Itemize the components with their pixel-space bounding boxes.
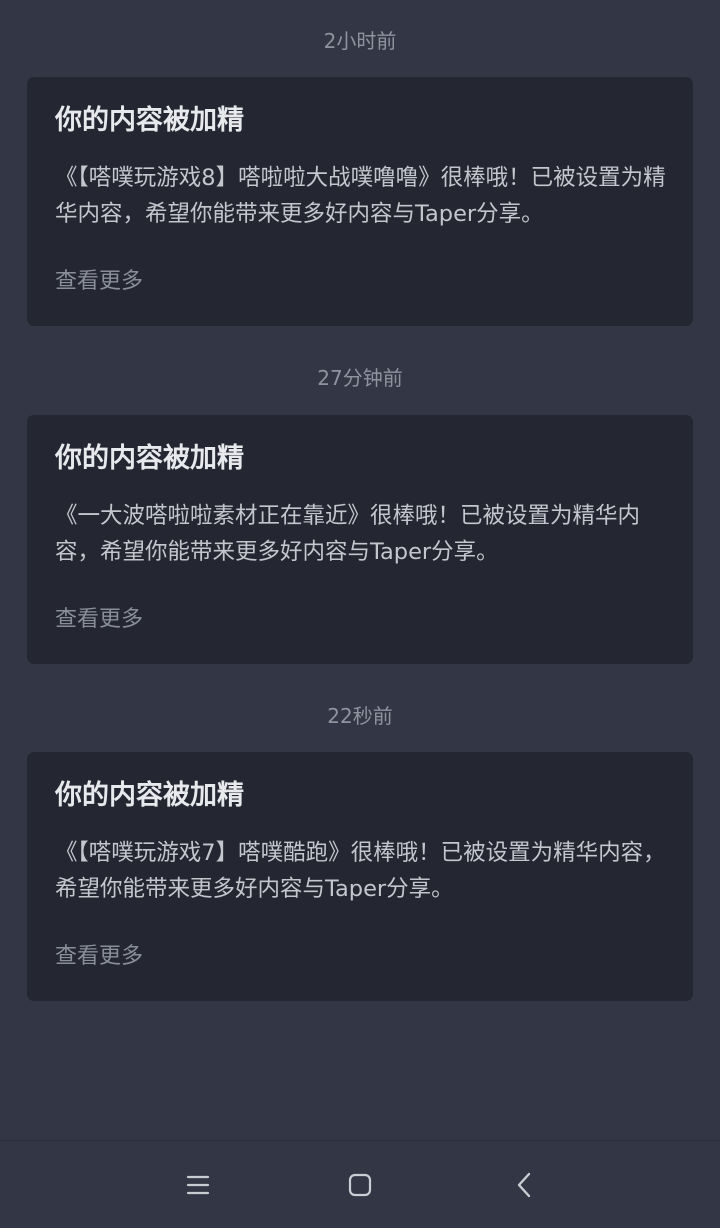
back-button[interactable] [500, 1161, 548, 1209]
view-more-link[interactable]: 查看更多 [55, 264, 143, 300]
card-body: 《【嗒噗玩游戏7】嗒噗酷跑》很棒哦！已被设置为精华内容，希望你能带来更多好内容与… [55, 840, 666, 902]
card-title: 你的内容被加精 [55, 780, 244, 811]
view-more-link[interactable]: 查看更多 [55, 939, 143, 975]
card-title: 你的内容被加精 [55, 105, 244, 136]
timestamp: 22秒前 [327, 704, 393, 728]
system-navigation-bar [0, 1140, 720, 1228]
card-body: 《【嗒噗玩游戏8】嗒啦啦大战噗噜噜》很棒哦！已被设置为精华内容，希望你能带来更多… [55, 165, 666, 227]
card-title: 你的内容被加精 [55, 443, 244, 474]
timestamp: 27分钟前 [317, 366, 403, 390]
notification-card[interactable]: 你的内容被加精 《【嗒噗玩游戏8】嗒啦啦大战噗噜噜》很棒哦！已被设置为精华内容，… [27, 77, 693, 326]
home-button[interactable] [336, 1161, 384, 1209]
view-more-link[interactable]: 查看更多 [55, 602, 143, 638]
back-chevron-icon [517, 1172, 531, 1198]
home-square-icon [348, 1173, 372, 1197]
notification-card[interactable]: 你的内容被加精 《一大波嗒啦啦素材正在靠近》很棒哦！已被设置为精华内容，希望你能… [27, 415, 693, 664]
menu-icon [186, 1175, 210, 1195]
timestamp: 2小时前 [323, 29, 397, 53]
card-body: 《一大波嗒啦啦素材正在靠近》很棒哦！已被设置为精华内容，希望你能带来更多好内容与… [55, 503, 641, 565]
recent-apps-button[interactable] [174, 1161, 222, 1209]
notification-card[interactable]: 你的内容被加精 《【嗒噗玩游戏7】嗒噗酷跑》很棒哦！已被设置为精华内容，希望你能… [27, 752, 693, 1001]
notification-feed: 2小时前 你的内容被加精 《【嗒噗玩游戏8】嗒啦啦大战噗噜噜》很棒哦！已被设置为… [0, 0, 720, 1140]
